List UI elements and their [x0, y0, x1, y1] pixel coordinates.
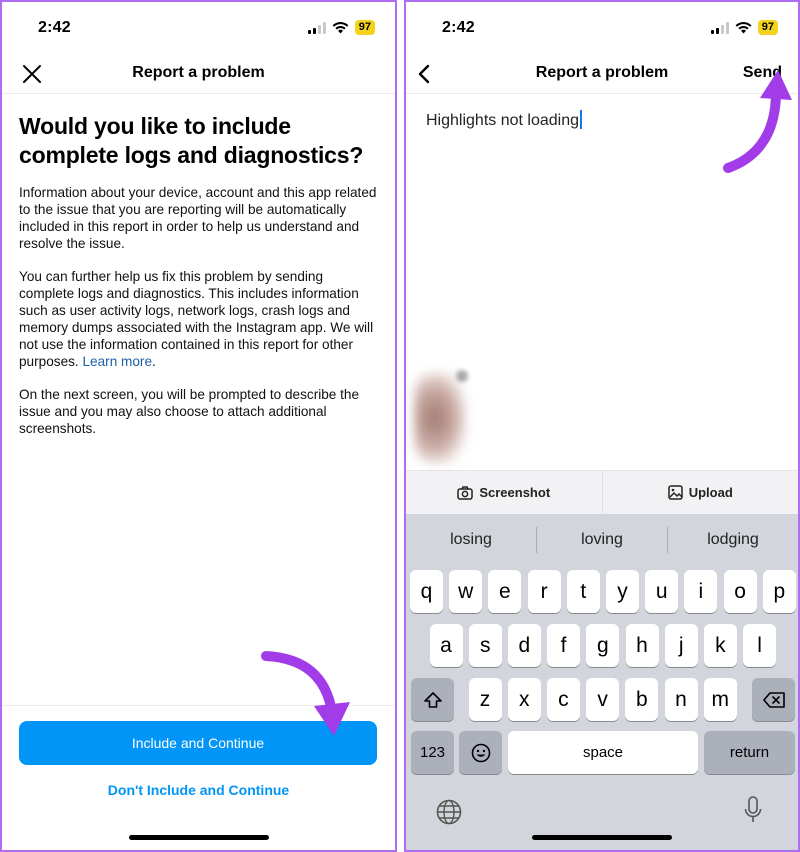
- upload-label: Upload: [688, 485, 733, 500]
- nav-bar: Report a problem: [2, 54, 395, 94]
- key-x[interactable]: x: [507, 678, 541, 721]
- wifi-icon: [735, 21, 752, 33]
- divider: [2, 705, 395, 706]
- status-icons: 97: [307, 20, 375, 35]
- blurred-overlay: [414, 372, 466, 464]
- send-button[interactable]: Send: [743, 64, 782, 82]
- delete-key[interactable]: [752, 678, 795, 721]
- keyboard: losing loving lodging qwertyuiop asdfghj…: [406, 514, 798, 850]
- learn-more-link[interactable]: Learn more: [82, 354, 152, 369]
- key-o[interactable]: o: [723, 570, 757, 613]
- key-n[interactable]: n: [664, 678, 698, 721]
- status-icons: 97: [710, 20, 778, 35]
- space-key[interactable]: space: [508, 731, 698, 774]
- logs-paragraph-text: You can further help us fix this problem…: [19, 269, 374, 369]
- keyboard-row-4: 123 space return: [406, 731, 798, 775]
- logs-paragraph: You can further help us fix this problem…: [19, 269, 374, 369]
- key-z[interactable]: z: [468, 678, 502, 721]
- keyboard-row-2: asdfghjkl: [406, 624, 798, 668]
- globe-icon[interactable]: [436, 799, 462, 825]
- left-screen: 2:42 97 Report a problem Would you like …: [0, 0, 397, 852]
- upload-button[interactable]: Upload: [601, 471, 799, 514]
- shift-icon: [423, 691, 442, 708]
- dont-include-button[interactable]: Don't Include and Continue: [2, 782, 395, 798]
- suggestion-item[interactable]: lodging: [668, 531, 798, 549]
- cellular-signal-icon: [307, 21, 326, 34]
- backspace-icon: [762, 691, 785, 708]
- text-caret: [580, 110, 582, 129]
- dialog-content: Would you like to include complete logs …: [19, 112, 377, 453]
- next-screen-paragraph: On the next screen, you will be prompted…: [19, 387, 360, 436]
- key-e[interactable]: e: [488, 570, 522, 613]
- wifi-icon: [332, 21, 349, 33]
- camera-icon: [457, 485, 474, 500]
- emoji-icon: [471, 743, 490, 762]
- input-text: Highlights not loading: [426, 112, 579, 129]
- screenshot-button[interactable]: Screenshot: [406, 471, 602, 514]
- include-and-continue-button[interactable]: Include and Continue: [19, 721, 377, 765]
- keyboard-row-1: qwertyuiop: [406, 570, 798, 614]
- key-d[interactable]: d: [507, 624, 541, 667]
- suggestion-item[interactable]: loving: [537, 531, 667, 549]
- image-icon: [667, 485, 683, 500]
- blurred-overlay-dot: [456, 370, 468, 382]
- home-indicator: [128, 835, 269, 840]
- key-q[interactable]: q: [410, 570, 443, 613]
- key-g[interactable]: g: [586, 624, 620, 667]
- key-s[interactable]: s: [468, 624, 502, 667]
- numbers-key[interactable]: 123: [411, 731, 454, 774]
- status-time: 2:42: [38, 19, 71, 36]
- key-r[interactable]: r: [527, 570, 561, 613]
- status-bar: 2:42 97: [406, 2, 798, 54]
- problem-description-input[interactable]: Highlights not loading: [426, 110, 778, 130]
- right-screen: 2:42 97 Report a problem Send Highlights…: [404, 0, 800, 852]
- battery-indicator: 97: [757, 20, 778, 35]
- key-i[interactable]: i: [684, 570, 718, 613]
- key-l[interactable]: l: [743, 624, 777, 667]
- status-bar: 2:42 97: [2, 2, 395, 54]
- screenshot-label: Screenshot: [479, 485, 551, 500]
- key-v[interactable]: v: [586, 678, 620, 721]
- key-f[interactable]: f: [547, 624, 581, 667]
- key-a[interactable]: a: [429, 624, 463, 667]
- key-p[interactable]: p: [762, 570, 796, 613]
- home-indicator: [532, 835, 672, 840]
- nav-bar: Report a problem Send: [406, 54, 798, 94]
- attachment-bar: Screenshot Upload: [406, 470, 798, 514]
- keyboard-row-3: zxcvbnm: [406, 678, 798, 722]
- dialog-heading: Would you like to include complete logs …: [19, 113, 364, 168]
- suggestion-bar: losing loving lodging: [406, 514, 798, 566]
- key-j[interactable]: j: [664, 624, 698, 667]
- battery-indicator: 97: [354, 20, 375, 35]
- key-m[interactable]: m: [703, 678, 737, 721]
- key-c[interactable]: c: [546, 678, 580, 721]
- return-key[interactable]: return: [704, 731, 795, 774]
- key-u[interactable]: u: [645, 570, 679, 613]
- page-title: Report a problem: [132, 64, 265, 81]
- cellular-signal-icon: [710, 21, 729, 34]
- key-y[interactable]: y: [606, 570, 639, 613]
- suggestion-item[interactable]: losing: [406, 531, 536, 549]
- key-b[interactable]: b: [625, 678, 659, 721]
- emoji-key[interactable]: [459, 731, 502, 774]
- shift-key[interactable]: [411, 678, 454, 721]
- key-k[interactable]: k: [703, 624, 737, 667]
- key-w[interactable]: w: [449, 570, 483, 613]
- page-title: Report a problem: [535, 64, 669, 81]
- key-t[interactable]: t: [566, 570, 600, 613]
- status-time: 2:42: [442, 19, 475, 36]
- info-paragraph: Information about your device, account a…: [19, 185, 377, 251]
- microphone-icon[interactable]: [744, 796, 762, 824]
- key-h[interactable]: h: [625, 624, 659, 667]
